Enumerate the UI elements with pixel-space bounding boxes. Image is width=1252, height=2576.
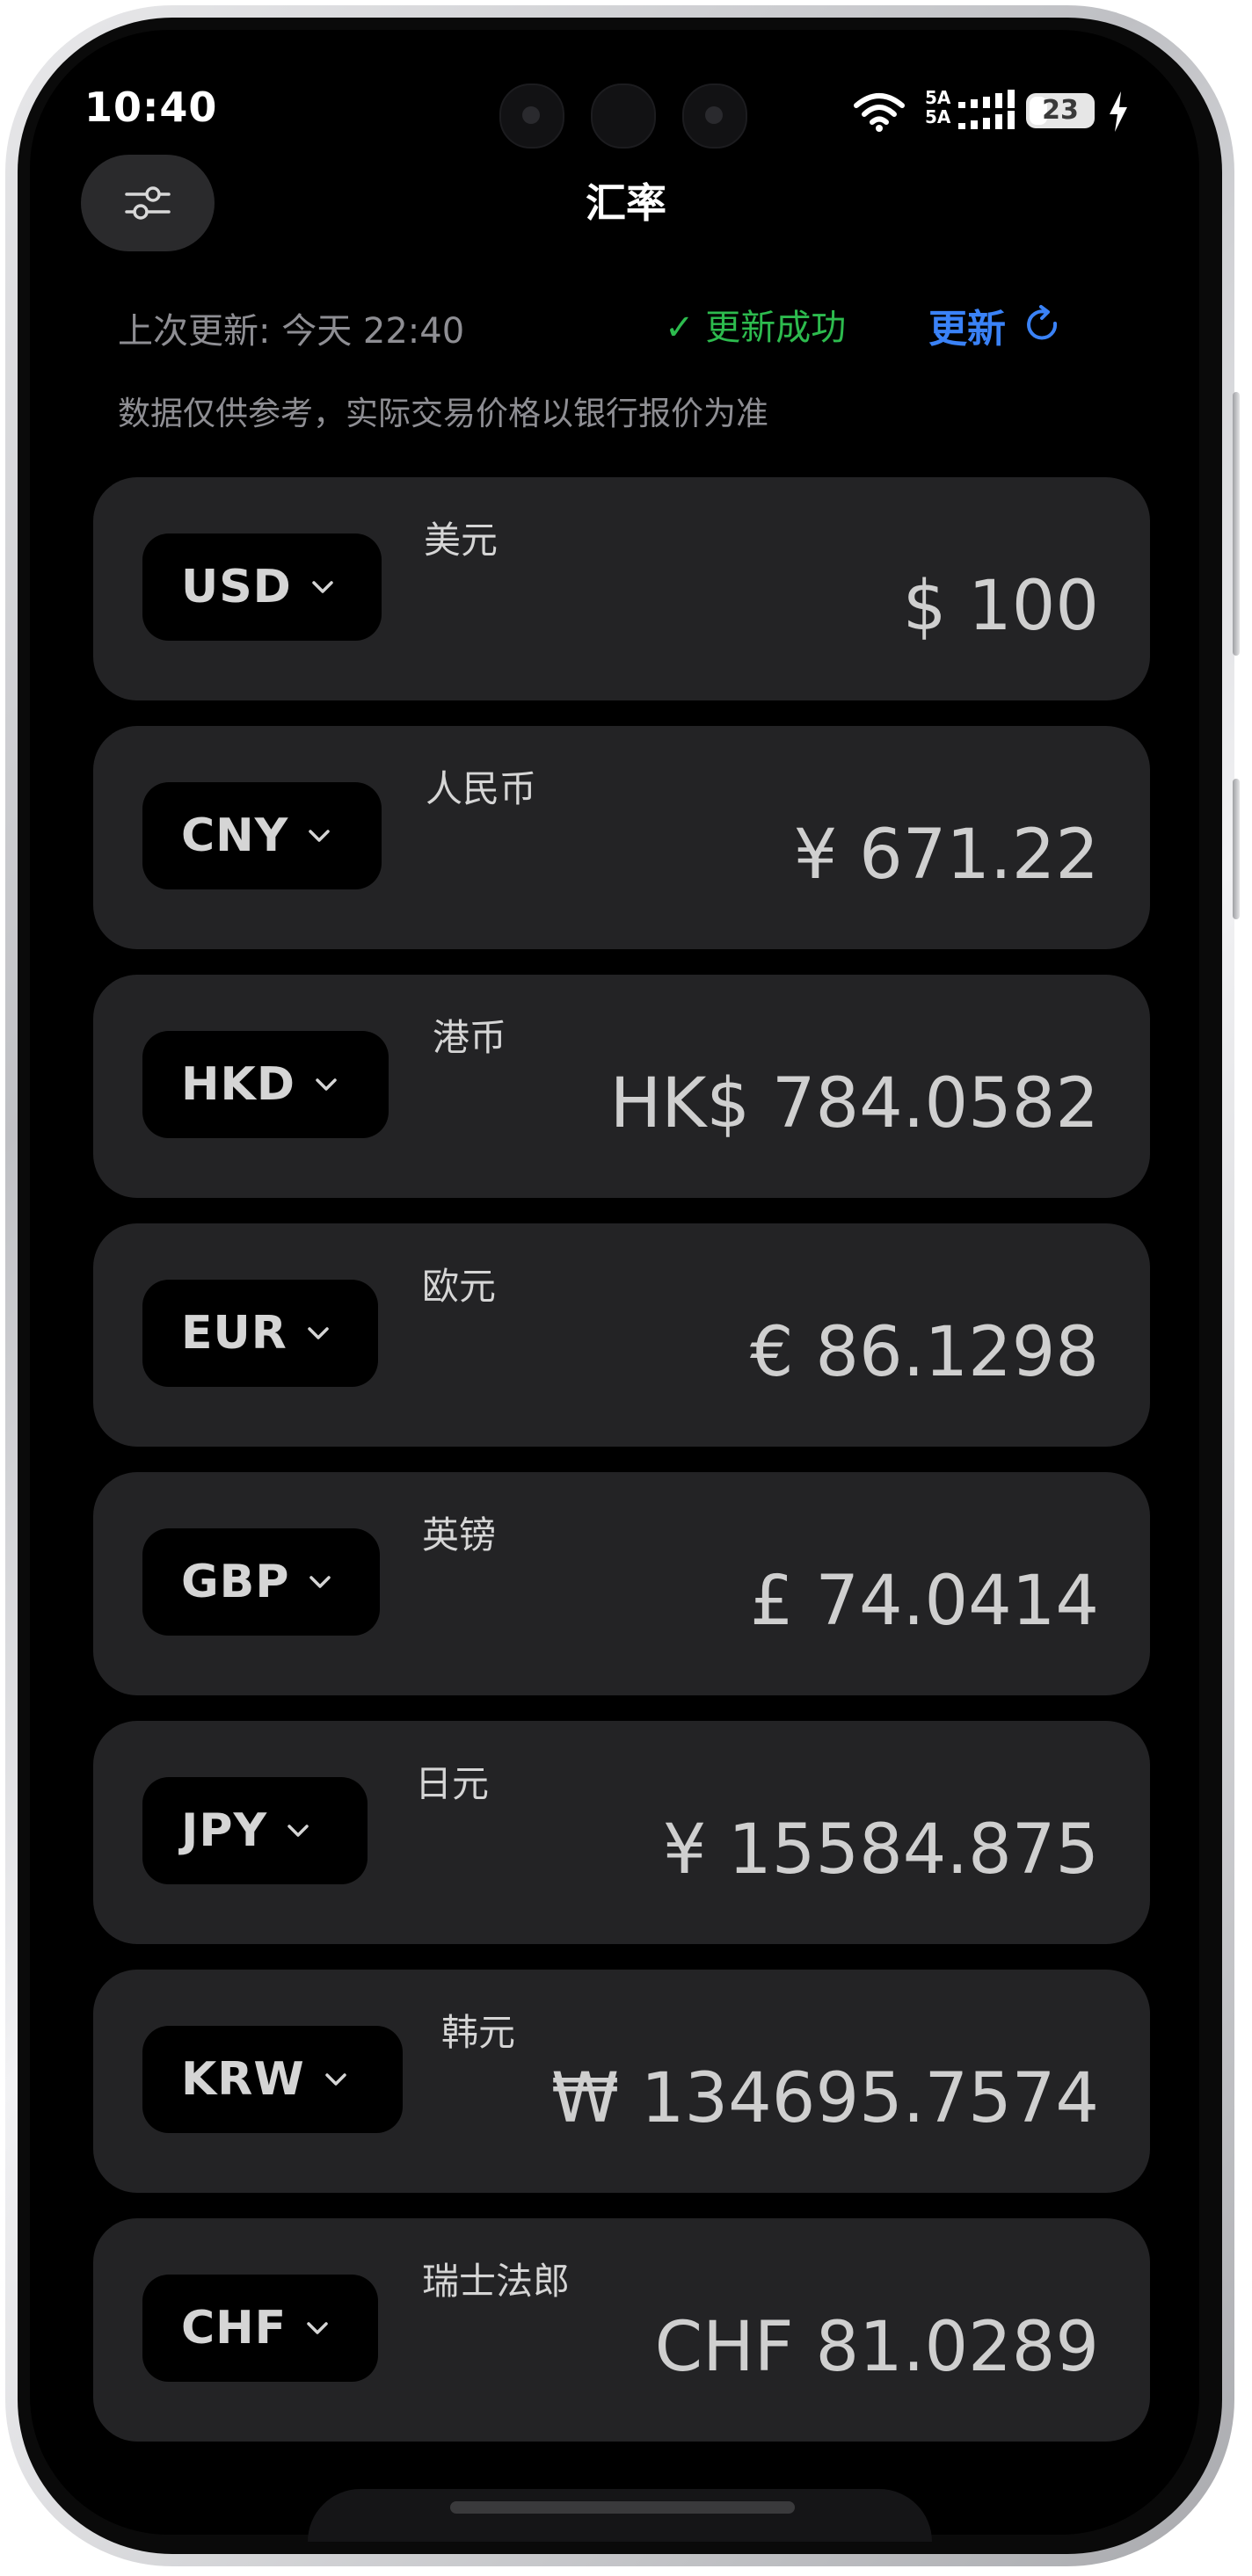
battery-icon: 23 xyxy=(1026,93,1095,128)
chevron-down-icon xyxy=(312,581,333,593)
currency-card[interactable]: HKD 港币 HK$ 784.0582 xyxy=(93,975,1150,1198)
network-type-label: 5A 5A xyxy=(925,87,951,127)
currency-selector[interactable]: JPY xyxy=(142,1777,368,1884)
power-button xyxy=(1233,779,1240,919)
chevron-down-icon xyxy=(324,2073,346,2086)
currency-name: 英镑 xyxy=(422,1513,497,1556)
refresh-button[interactable]: 更新 xyxy=(928,297,1064,353)
last-update-text: 上次更新: 今天 22:40 xyxy=(118,311,465,352)
currency-selector[interactable]: EUR xyxy=(142,1280,378,1387)
currency-name: 美元 xyxy=(424,519,499,562)
signal-strength-icon xyxy=(958,90,1015,129)
chevron-down-icon xyxy=(309,1576,331,1588)
currency-name: 人民币 xyxy=(426,767,537,810)
currency-amount[interactable]: ₩ 134695.7574 xyxy=(551,2059,1099,2138)
currency-selector[interactable]: GBP xyxy=(142,1528,380,1636)
currency-selector[interactable]: KRW xyxy=(142,2026,403,2133)
chevron-down-icon xyxy=(307,2322,328,2334)
chevron-down-icon xyxy=(316,1078,337,1091)
currency-selector[interactable]: CHF xyxy=(142,2275,378,2382)
currency-card[interactable]: JPY 日元 ¥ 15584.875 xyxy=(93,1721,1150,1944)
home-indicator[interactable] xyxy=(450,2501,795,2514)
currency-amount[interactable]: HK$ 784.0582 xyxy=(610,1064,1099,1143)
currency-amount[interactable]: $ 100 xyxy=(903,567,1099,646)
camera-sensor-icon xyxy=(499,83,564,149)
currency-card[interactable]: EUR 欧元 € 86.1298 xyxy=(93,1223,1150,1447)
chevron-down-icon xyxy=(309,830,331,842)
bottom-bar xyxy=(308,2489,932,2542)
currency-amount[interactable]: CHF 81.0289 xyxy=(655,2308,1099,2387)
currency-name: 韩元 xyxy=(441,2011,516,2054)
currency-card[interactable]: CNY 人民币 ¥ 671.22 xyxy=(93,726,1150,949)
update-status: ✓ 更新成功 xyxy=(665,308,847,348)
currency-selector[interactable]: CNY xyxy=(142,782,382,889)
currency-card[interactable]: KRW 韩元 ₩ 134695.7574 xyxy=(93,1970,1150,2193)
currency-amount[interactable]: ¥ 671.22 xyxy=(794,816,1099,895)
currency-name: 欧元 xyxy=(422,1265,497,1308)
chevron-down-icon xyxy=(308,1327,329,1339)
camera-sensor-icon xyxy=(682,83,747,149)
refresh-label: 更新 xyxy=(928,307,1006,352)
currency-name: 港币 xyxy=(433,1016,507,1059)
refresh-icon xyxy=(1027,305,1058,340)
currency-selector[interactable]: USD xyxy=(142,533,382,641)
disclaimer-text: 数据仅供参考，实际交易价格以银行报价为准 xyxy=(118,395,768,432)
front-camera-icon xyxy=(591,83,656,149)
charging-bolt-icon xyxy=(1110,91,1127,132)
volume-button xyxy=(1233,392,1240,656)
currency-amount[interactable]: £ 74.0414 xyxy=(750,1562,1099,1641)
currency-selector[interactable]: HKD xyxy=(142,1031,389,1138)
chevron-down-icon xyxy=(288,1825,309,1837)
currency-card[interactable]: GBP 英镑 £ 74.0414 xyxy=(93,1472,1150,1695)
page-title: 汇率 xyxy=(586,179,666,227)
wifi-icon xyxy=(854,93,905,132)
currency-name: 瑞士法郎 xyxy=(422,2260,571,2303)
currency-name: 日元 xyxy=(415,1762,490,1805)
currency-amount[interactable]: € 86.1298 xyxy=(750,1313,1099,1392)
currency-amount[interactable]: ¥ 15584.875 xyxy=(663,1810,1099,1890)
currency-card[interactable]: CHF 瑞士法郎 CHF 81.0289 xyxy=(93,2218,1150,2442)
status-time: 10:40 xyxy=(84,83,218,131)
currency-card[interactable]: USD 美元 $ 100 xyxy=(93,477,1150,700)
status-icons: 5A 5A 23 xyxy=(853,88,1134,137)
